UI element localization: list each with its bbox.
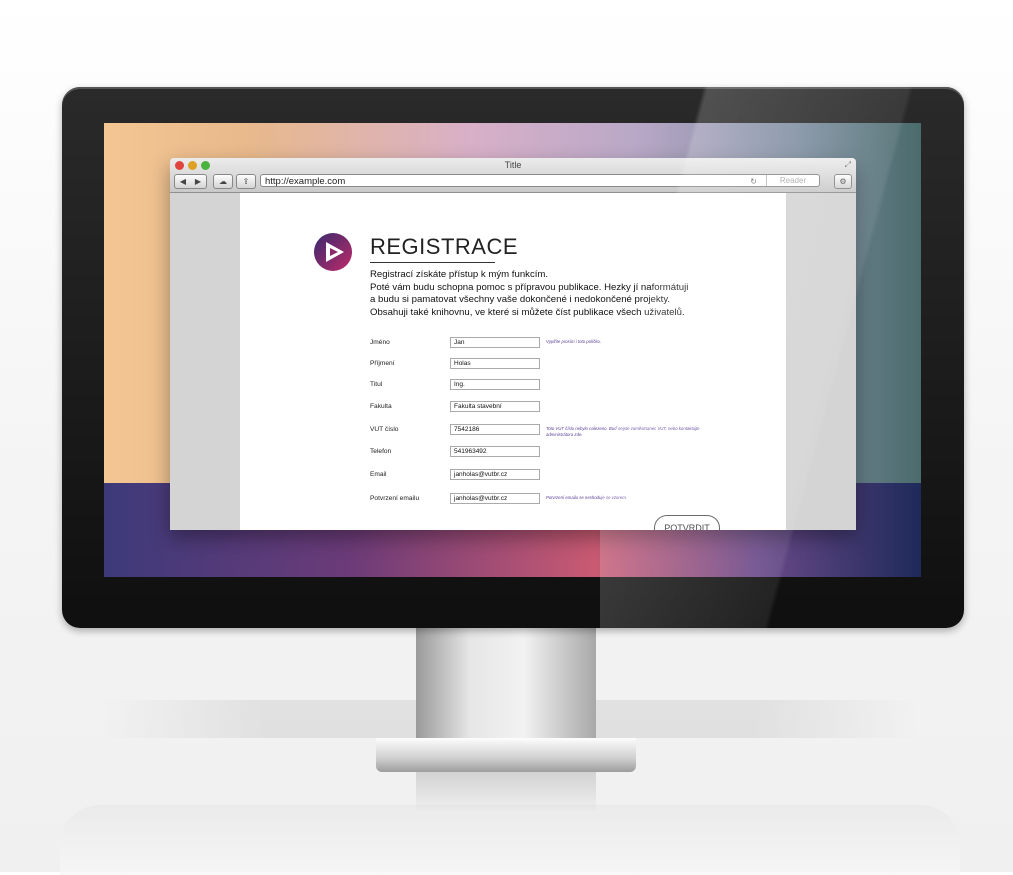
intro-line: Poté vám budu schopna pomoc s přípravou …: [370, 281, 689, 293]
browser-window: Title ⤢ ◀ ▶ ☁ ⇪ http://example.com ↻ Rea…: [170, 158, 856, 530]
registration-page: REGISTRACE Registrací získáte přístup k …: [240, 193, 786, 530]
floor-reflection: [60, 805, 960, 875]
share-icon[interactable]: ⇪: [236, 174, 256, 189]
monitor-stand-base: [376, 738, 636, 772]
vut-number-input[interactable]: 7542186: [450, 424, 540, 435]
faculty-input[interactable]: Fakulta stavební: [450, 401, 540, 412]
stand-reflection: [416, 772, 596, 812]
fullscreen-icon[interactable]: ⤢: [845, 160, 851, 170]
first-name-label: Jméno: [370, 339, 390, 346]
intro-line: Registrací získáte přístup k mým funkcím…: [370, 269, 549, 280]
title-input[interactable]: Ing.: [450, 379, 540, 390]
address-url: http://example.com: [265, 176, 346, 187]
intro-text: Registrací získáte přístup k mým funkcím…: [370, 269, 710, 320]
last-name-input[interactable]: Holas: [450, 358, 540, 369]
vut-number-note: Toto VUT číslo nebylo nalezeno. Buď nejs…: [546, 426, 700, 437]
vut-number-label: VUT číslo: [370, 426, 399, 433]
cloud-icon[interactable]: ☁: [213, 174, 233, 189]
page-title: REGISTRACE: [370, 234, 519, 259]
submit-button[interactable]: POTVRDIT: [654, 515, 720, 530]
phone-input[interactable]: 541963492: [450, 446, 540, 457]
email-input[interactable]: janholas@vutbr.cz: [450, 469, 540, 480]
email-confirm-input[interactable]: janholas@vutbr.cz: [450, 493, 540, 504]
intro-line: Obsahuji také knihovnu, ve které si může…: [370, 307, 685, 319]
email-confirm-label: Potvrzení emailu: [370, 495, 420, 502]
reader-button[interactable]: Reader: [766, 175, 819, 186]
window-title: Title: [504, 160, 522, 170]
phone-label: Telefon: [370, 448, 392, 455]
email-label: Email: [370, 471, 387, 478]
title-label: Titul: [370, 381, 383, 388]
address-bar[interactable]: http://example.com ↻ Reader: [260, 174, 820, 187]
first-name-note: Vyplňte prosím i toto políčko.: [546, 339, 602, 344]
email-confirm-note: Potvrzení emailu se neshoduje se vzorem.: [546, 495, 627, 500]
logo: [314, 233, 352, 271]
last-name-label: Příjmení: [370, 360, 395, 367]
forward-button[interactable]: ▶: [190, 174, 207, 189]
first-name-input[interactable]: Jan: [450, 337, 540, 348]
browser-viewport: REGISTRACE Registrací získáte přístup k …: [170, 193, 856, 530]
intro-line: a budu si pamatovat všechny vaše dokonče…: [370, 294, 671, 306]
gear-icon[interactable]: ⚙: [834, 174, 852, 189]
title-underline: [370, 262, 495, 263]
play-triangle-icon: [326, 242, 344, 262]
reload-icon[interactable]: ↻: [750, 175, 757, 188]
faculty-label: Fakulta: [370, 403, 392, 410]
browser-titlebar: Title ⤢ ◀ ▶ ☁ ⇪ http://example.com ↻ Rea…: [170, 158, 856, 193]
